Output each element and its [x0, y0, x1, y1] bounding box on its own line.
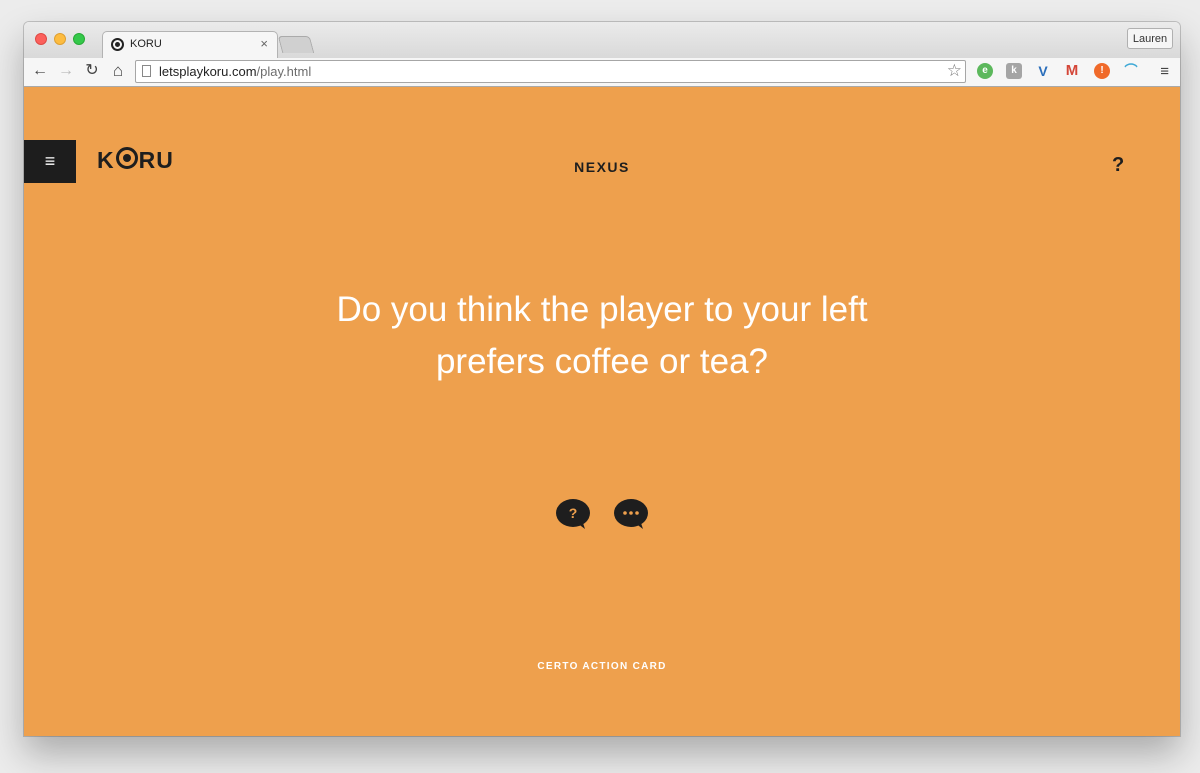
url-host: letsplaykoru.com: [159, 64, 257, 79]
section-title: NEXUS: [574, 159, 630, 175]
reload-icon[interactable]: ↻: [83, 61, 101, 81]
url-text[interactable]: letsplaykoru.com/play.html: [159, 64, 311, 79]
tab-koru[interactable]: KORU ×: [102, 31, 278, 58]
discuss-bubble-button[interactable]: [613, 499, 649, 529]
minimize-window-button[interactable]: [54, 33, 66, 45]
window-controls: [35, 33, 85, 45]
question-bubble-icon: ?: [556, 499, 590, 529]
new-tab-button[interactable]: [277, 36, 315, 53]
tab-title: KORU: [130, 38, 162, 50]
help-button[interactable]: ?: [1112, 154, 1124, 177]
gmail-extension-icon[interactable]: M: [1064, 63, 1080, 79]
browser-window: KORU × Lauren ← → ↻ ⌂ letsplaykoru.com/p…: [24, 22, 1180, 736]
back-icon[interactable]: ←: [31, 61, 49, 81]
address-bar[interactable]: letsplaykoru.com/play.html ☆: [135, 60, 966, 83]
page-icon: [142, 65, 151, 77]
question-bubble-button[interactable]: ?: [555, 499, 591, 529]
evernote-extension-icon[interactable]: e: [977, 63, 993, 79]
browser-menu-icon[interactable]: ≡: [1160, 64, 1169, 79]
bookmark-star-icon[interactable]: ☆: [947, 61, 962, 81]
game-page: ≡ K RU NEXUS ? Do you think the player to…: [24, 87, 1180, 736]
profile-button[interactable]: Lauren: [1127, 28, 1173, 49]
forward-icon[interactable]: →: [57, 61, 75, 81]
question-line-1: Do you think the player to your left: [336, 290, 868, 329]
svg-text:?: ?: [569, 505, 578, 521]
browser-toolbar: ← → ↻ ⌂ letsplaykoru.com/play.html ☆ e k…: [24, 58, 1180, 87]
url-path: /play.html: [256, 64, 312, 79]
koala-extension-icon[interactable]: k: [1006, 63, 1022, 79]
ellipsis-bubble-icon: [614, 499, 648, 529]
exclamation-extension-icon[interactable]: !: [1094, 63, 1110, 79]
close-window-button[interactable]: [35, 33, 47, 45]
maximize-window-button[interactable]: [73, 33, 85, 45]
card-type-label: CERTO ACTION CARD: [537, 661, 667, 672]
rainbow-extension-icon[interactable]: ⌒: [1123, 63, 1139, 79]
tab-close-icon[interactable]: ×: [260, 36, 268, 51]
question-line-2: prefers coffee or tea?: [435, 342, 769, 381]
home-icon[interactable]: ⌂: [109, 61, 127, 81]
question-card-text: Do you think the player to your left pre…: [24, 284, 1180, 388]
v-extension-icon[interactable]: V: [1035, 63, 1051, 79]
koru-favicon-icon: [111, 38, 124, 51]
tab-bar: KORU × Lauren: [24, 22, 1180, 58]
